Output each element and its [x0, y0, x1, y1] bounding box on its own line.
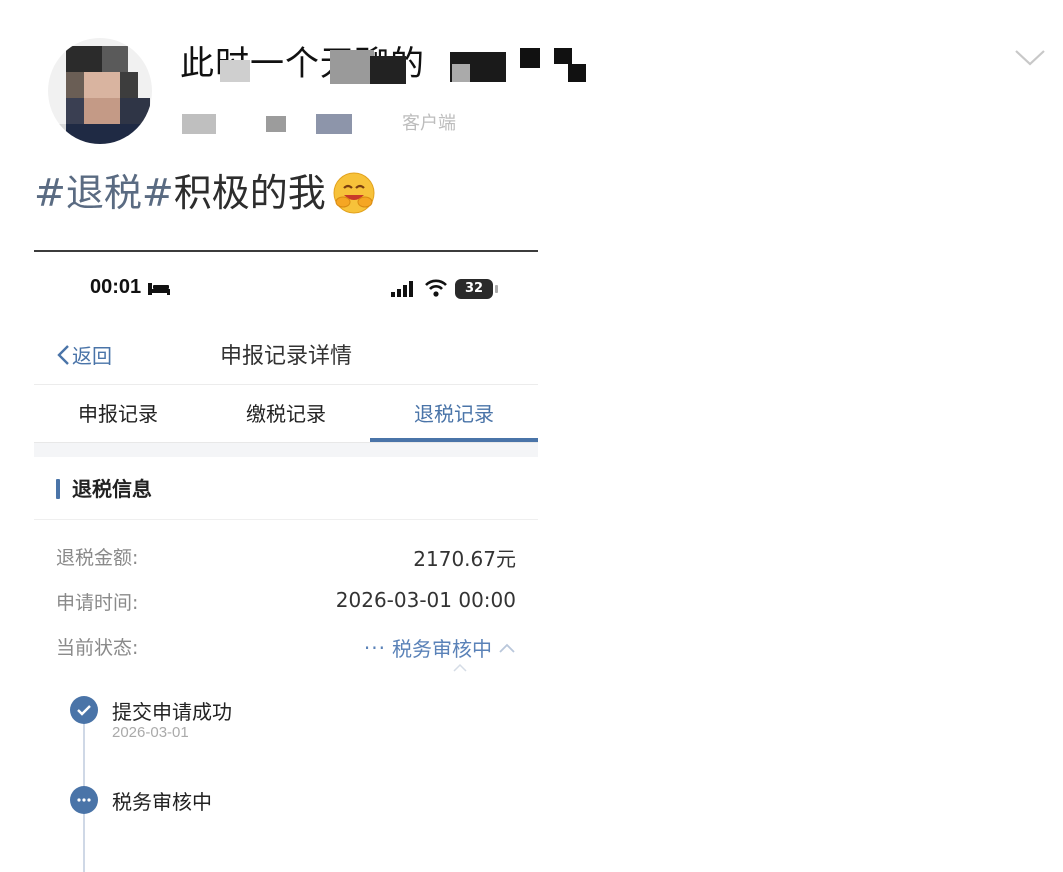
post-client-text: 客户端 [402, 113, 456, 134]
nav-bar: 返回 申报记录详情 [34, 334, 538, 385]
section-title: 退税信息 [72, 477, 152, 501]
timeline-step-label: 提交申请成功 [112, 700, 232, 724]
username[interactable]: 此时一个无聊的 [180, 42, 590, 86]
tab-tax-refund-records[interactable]: 退税记录 [370, 386, 538, 442]
tab-bar: 申报记录 缴税记录 退税记录 [34, 386, 538, 443]
refund-amount-row: 退税金额: 2170.67元 [34, 537, 538, 577]
post-text: #退税#积极的我 [34, 168, 376, 218]
ellipsis-circle-icon [70, 786, 98, 814]
wifi-icon [425, 279, 447, 297]
bed-icon [148, 283, 170, 295]
current-status-label: 当前状态: [56, 637, 139, 659]
status-time: 00:01 [90, 276, 142, 298]
tab-declaration-records[interactable]: 申报记录 [34, 386, 202, 442]
post-subline: 客户端 [182, 112, 512, 136]
active-tab-indicator [370, 438, 538, 442]
section-header: 退税信息 [34, 457, 538, 520]
current-status-value: 税务审核中 [392, 637, 492, 661]
refund-amount-value: 2170.67元 [413, 547, 516, 571]
tab-tax-payment-records[interactable]: 缴税记录 [202, 386, 370, 442]
post-hashtag[interactable]: #退税# [34, 171, 174, 215]
caret-up-icon [453, 663, 467, 672]
post-body: 积极的我 [173, 171, 326, 215]
ellipsis-icon: ··· [363, 635, 386, 660]
check-icon [70, 696, 98, 724]
status-bar: 00:01 32 [34, 252, 538, 322]
battery-icon: 32 [455, 279, 498, 299]
chevron-up-icon [499, 643, 515, 653]
hugging-face-emoji-icon [333, 172, 375, 213]
chevron-down-icon[interactable] [1013, 44, 1047, 70]
section-divider [34, 443, 538, 457]
signal-icon [391, 281, 413, 297]
apply-time-value: 2026-03-01 00:00 [335, 588, 516, 612]
current-status-row: 当前状态: ··· 税务审核中 [34, 627, 538, 667]
refund-amount-label: 退税金额: [56, 547, 139, 569]
timeline-step-date: 2026-03-01 [112, 724, 189, 741]
page-title: 申报记录详情 [219, 344, 352, 369]
section-accent-bar [56, 479, 60, 499]
timeline-step-label: 税务审核中 [112, 790, 212, 814]
avatar[interactable] [48, 38, 152, 144]
embedded-screenshot[interactable]: 00:01 32 返回 申报记录详情 申报记录 缴税记录 退税记录 退税信息 退… [34, 250, 538, 872]
apply-time-row: 申请时间: 2026-03-01 00:00 [34, 582, 538, 622]
apply-time-label: 申请时间: [56, 592, 139, 614]
status-toggle[interactable]: ··· 税务审核中 [364, 633, 516, 662]
